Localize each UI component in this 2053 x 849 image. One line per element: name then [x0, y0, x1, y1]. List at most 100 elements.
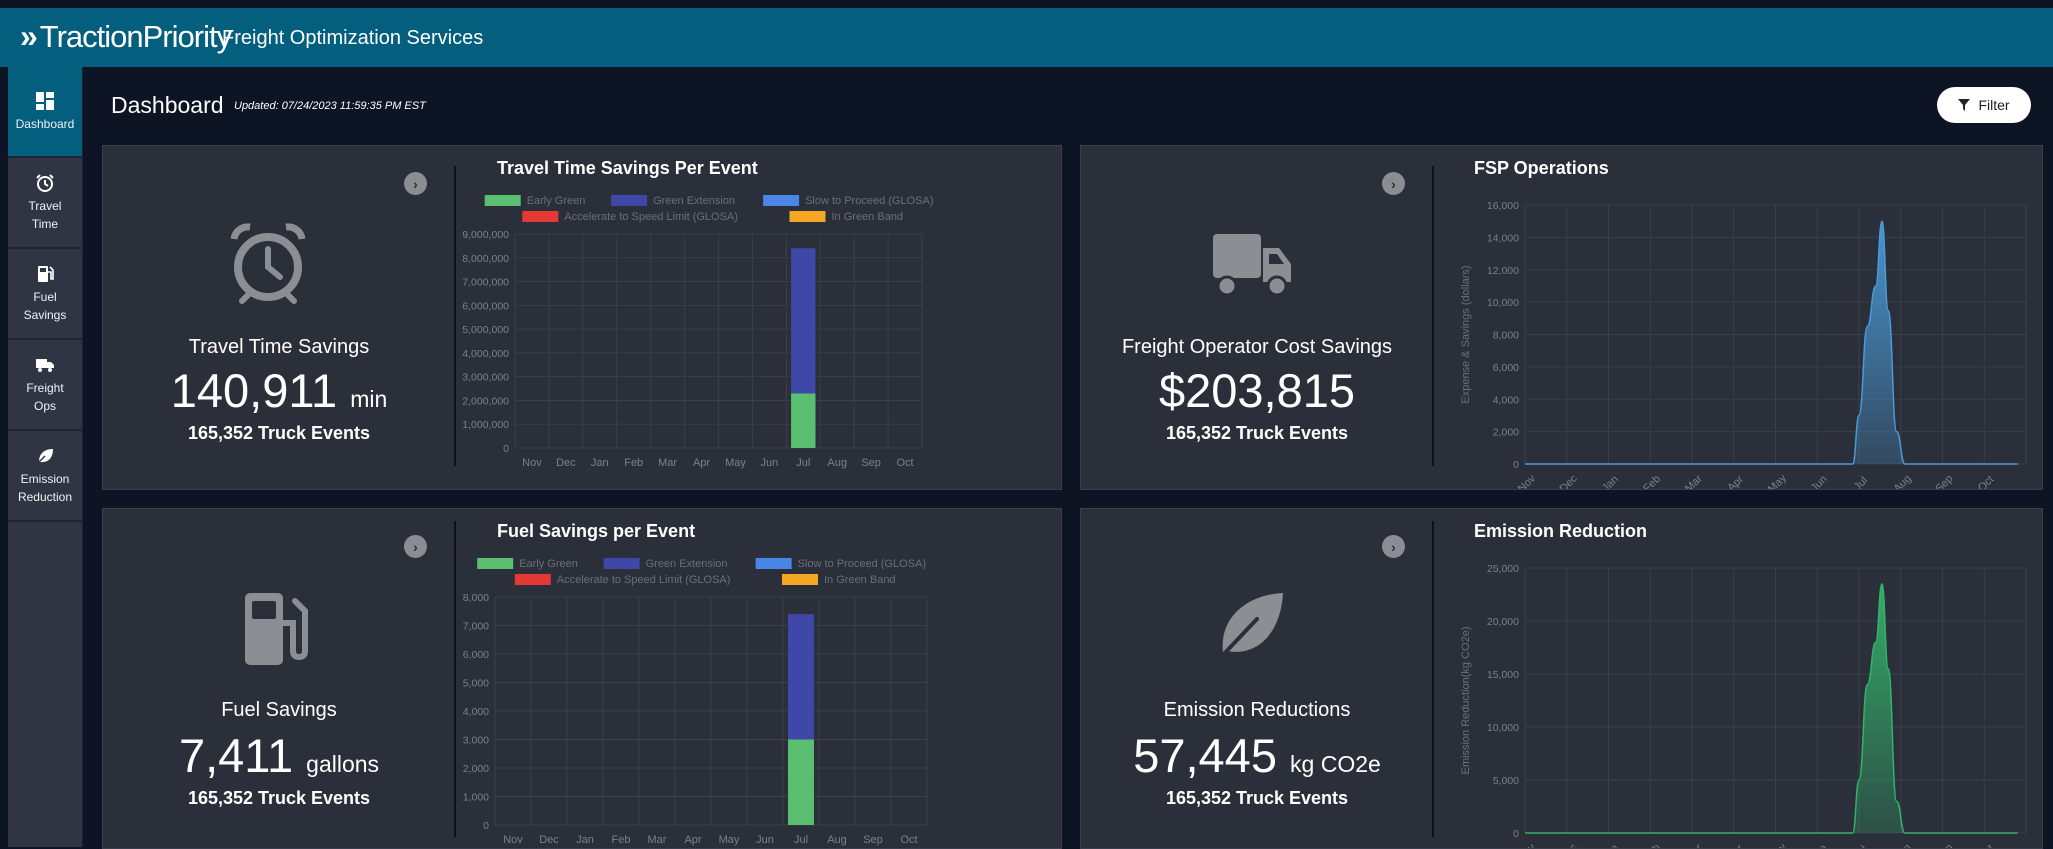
travel-time-panel: › Travel Time Savings 140,911 min 165,35…: [102, 145, 1062, 490]
chevron-logo-icon: »: [20, 18, 38, 54]
y-tick-label: 7,000: [463, 621, 489, 633]
legend-swatch: [789, 211, 826, 222]
y-tick-label: 14,000: [1487, 232, 1519, 244]
travel-time-details-button[interactable]: ›: [404, 172, 427, 195]
sidebar: Dashboard Travel Time Fuel Savings Freig…: [8, 67, 83, 847]
fsp-operations-panel: › Freight Operator Cost Savings $203,815…: [1080, 145, 2043, 490]
brand-name: TractionPriority: [39, 19, 232, 54]
y-tick-label: 6,000,000: [462, 300, 509, 312]
kpi-value: 57,445 kg CO2e: [1081, 728, 1433, 783]
sidebar-item-travel-time[interactable]: Travel Time: [8, 158, 82, 249]
legend-item[interactable]: Slow to Proceed (GLOSA): [763, 195, 933, 207]
y-tick-label: 0: [483, 820, 489, 832]
sidebar-item-freight-ops[interactable]: Freight Ops: [8, 340, 82, 431]
chart-title: Travel Time Savings Per Event: [497, 158, 758, 178]
chart-title: FSP Operations: [1474, 158, 1609, 178]
y-tick-label: 20,000: [1487, 616, 1519, 628]
kpi-number: $203,815: [1158, 364, 1356, 417]
x-tick-label: Nov: [503, 834, 523, 846]
x-tick-label: Oct: [900, 834, 917, 846]
legend-label: Green Extension: [646, 558, 728, 570]
legend-label: In Green Band: [832, 211, 904, 223]
kpi-number: 140,911: [170, 364, 338, 417]
x-tick-label: Dec: [1557, 841, 1580, 848]
x-tick-label: Feb: [624, 457, 643, 469]
bar-segment[interactable]: [788, 739, 814, 826]
fuel-savings-details-button[interactable]: ›: [404, 535, 427, 558]
legend-swatch: [611, 195, 648, 206]
x-tick-label: Mar: [1683, 842, 1705, 848]
legend-item[interactable]: Accelerate to Speed Limit (GLOSA): [522, 211, 738, 223]
legend-item[interactable]: In Green Band: [782, 574, 896, 586]
x-tick-label: Nov: [1516, 472, 1539, 489]
x-tick-label: Nov: [1516, 841, 1539, 848]
x-tick-label: Apr: [684, 834, 701, 846]
truck-icon: [1213, 234, 1291, 297]
x-tick-label: Jan: [576, 834, 594, 846]
x-tick-label: Aug: [1891, 473, 1913, 489]
legend-item[interactable]: Green Extension: [603, 558, 728, 570]
x-tick-label: Dec: [1557, 472, 1580, 489]
bar-segment[interactable]: [788, 614, 814, 740]
legend-label: Slow to Proceed (GLOSA): [798, 558, 926, 570]
freight-cost-details-button[interactable]: ›: [1382, 172, 1405, 195]
legend-swatch: [522, 211, 559, 222]
x-tick-label: Jul: [1852, 844, 1870, 848]
fuel-pump-icon: [38, 265, 54, 282]
x-tick-label: May: [1766, 472, 1790, 489]
sidebar-item-label: Fuel Savings: [23, 289, 67, 322]
kpi-unit: gallons: [306, 751, 380, 777]
x-tick-label: Jul: [1852, 475, 1870, 489]
fsp-operations-chart: 0 2,000 4,000 6,000 8,000 10,000 12,000 14,000 1…: [1460, 200, 2027, 489]
filter-button[interactable]: Filter: [1937, 87, 2031, 123]
bar-segment[interactable]: [791, 248, 816, 394]
page-title: Dashboard: [111, 92, 224, 118]
y-tick-label: 2,000,000: [462, 395, 509, 407]
filter-icon: [1958, 99, 1971, 111]
x-tick-label: Aug: [1891, 842, 1913, 848]
x-tick-label: Feb: [612, 834, 631, 846]
truck-icon: [36, 358, 54, 372]
x-tick-label: Jun: [761, 457, 779, 469]
sidebar-item-emission-reduction[interactable]: Emission Reduction: [8, 431, 82, 522]
x-tick-label: Oct: [1976, 474, 1997, 489]
y-tick-label: 12,000: [1487, 265, 1519, 277]
sidebar-item-fuel-savings[interactable]: Fuel Savings: [8, 249, 82, 340]
legend-swatch: [782, 574, 818, 585]
legend-item[interactable]: Accelerate to Speed Limit (GLOSA): [514, 574, 731, 586]
x-tick-label: Mar: [658, 457, 677, 469]
x-tick-label: Oct: [896, 457, 913, 469]
fuel-pump-icon: [245, 593, 308, 665]
legend-item[interactable]: Slow to Proceed (GLOSA): [755, 558, 926, 570]
x-tick-label: Jul: [794, 834, 808, 846]
fuel-savings-chart: Early Green Green Extension Slow to Procee…: [463, 558, 928, 846]
x-tick-label: Jan: [1600, 842, 1621, 848]
x-tick-label: Apr: [1725, 842, 1746, 848]
x-tick-label: Nov: [522, 457, 542, 469]
emission-details-button[interactable]: ›: [1382, 535, 1405, 558]
kpi-value: 7,411 gallons: [103, 728, 455, 783]
sidebar-item-label: Freight Ops: [26, 380, 64, 413]
series-line[interactable]: [1525, 220, 2018, 465]
legend-swatch: [484, 195, 521, 206]
legend-item[interactable]: Green Extension: [611, 195, 735, 207]
emission-reduction-chart: 0 5,000 10,000 15,000 20,000 25,000 Nov Dec Jan F…: [1460, 563, 2027, 848]
legend-item[interactable]: In Green Band: [789, 211, 904, 223]
legend-item[interactable]: Early Green: [484, 195, 586, 207]
bar-segment[interactable]: [791, 393, 816, 448]
kpi-value: $203,815: [1081, 363, 1433, 418]
x-tick-label: Sep: [861, 457, 881, 469]
sidebar-item-label: Emission Reduction: [17, 471, 73, 504]
y-tick-label: 9,000,000: [462, 229, 509, 241]
x-tick-label: Sep: [1933, 842, 1955, 848]
legend-item[interactable]: Early Green: [477, 558, 578, 570]
x-tick-label: Jan: [1600, 473, 1621, 489]
x-tick-label: Feb: [1641, 842, 1663, 848]
brand-logo[interactable]: » TractionPriority: [20, 18, 232, 55]
x-tick-label: Aug: [827, 457, 847, 469]
updated-timestamp: Updated: 07/24/2023 11:59:35 PM EST: [234, 100, 426, 112]
x-tick-label: Dec: [556, 457, 576, 469]
x-tick-label: Mar: [648, 834, 667, 846]
sidebar-item-dashboard[interactable]: Dashboard: [8, 67, 82, 158]
dashboard-icon: [36, 91, 54, 110]
